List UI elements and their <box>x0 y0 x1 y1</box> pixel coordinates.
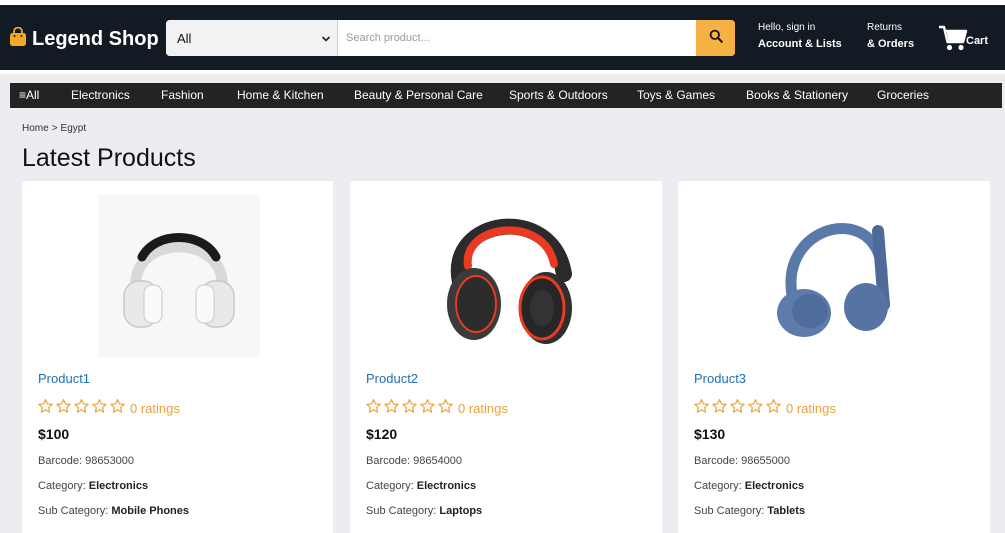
product-image[interactable] <box>98 195 260 357</box>
product-image[interactable] <box>426 195 588 357</box>
logo-text: Legend Shop <box>32 27 159 50</box>
site-header: Legend Shop All Hello, sign in Account &… <box>0 5 1005 70</box>
nav-item-books[interactable]: Books & Stationery <box>746 83 848 108</box>
nav-item-electronics[interactable]: Electronics <box>71 83 130 108</box>
cart-label: Cart <box>966 34 989 47</box>
star-outline-icon <box>747 398 764 419</box>
breadcrumb-home[interactable]: Home <box>22 123 49 134</box>
barcode-label: Barcode: <box>366 455 411 467</box>
product-card[interactable]: Product2 0 ratings $120 Barcode: 9865400… <box>350 181 662 533</box>
cart-icon <box>938 24 968 57</box>
breadcrumb-current: Egypt <box>60 123 87 134</box>
star-outline-icon <box>55 398 72 419</box>
search-category-value: All <box>177 30 192 46</box>
product-rating: 0 ratings <box>693 398 836 419</box>
breadcrumb-separator: > <box>51 123 58 134</box>
product-image[interactable] <box>754 195 916 357</box>
product-name[interactable]: Product1 <box>38 371 90 386</box>
product-barcode: Barcode: 98654000 <box>366 455 462 467</box>
logo[interactable]: Legend Shop <box>9 24 159 54</box>
rating-count[interactable]: 0 ratings <box>130 401 180 416</box>
white-headphones-icon <box>123 233 235 328</box>
red-black-headphones-icon <box>447 218 572 344</box>
search-button[interactable] <box>696 20 735 56</box>
subcategory-value: Tablets <box>767 505 806 517</box>
category-value: Electronics <box>416 480 477 492</box>
returns-orders-link[interactable]: Returns & Orders <box>867 20 914 52</box>
category-label: Category: <box>694 480 742 492</box>
star-outline-icon <box>729 398 746 419</box>
barcode-value: 98654000 <box>413 455 463 467</box>
product-card[interactable]: Product1 0 ratings $100 Barcode: 9865300… <box>22 181 333 533</box>
subcategory-label: Sub Category: <box>366 505 437 517</box>
search-bar: All <box>166 20 735 56</box>
product-price: $100 <box>38 426 70 442</box>
star-outline-icon <box>437 398 454 419</box>
star-outline-icon <box>91 398 108 419</box>
account-link[interactable]: Hello, sign in Account & Lists <box>758 20 842 52</box>
product-price: $120 <box>366 426 398 442</box>
nav-item-groceries[interactable]: Groceries <box>877 83 929 108</box>
product-subcategory: Sub Category: Mobile Phones <box>38 505 189 517</box>
category-value: Electronics <box>88 480 149 492</box>
account-lists-label: Account & Lists <box>758 38 842 50</box>
barcode-value: 98655000 <box>741 455 791 467</box>
product-name[interactable]: Product3 <box>694 371 746 386</box>
product-category: Category: Electronics <box>366 480 476 492</box>
star-outline-icon <box>401 398 418 419</box>
nav-item-fashion[interactable]: Fashion <box>161 83 204 108</box>
search-icon <box>709 29 723 48</box>
star-outline-icon <box>383 398 400 419</box>
rating-count[interactable]: 0 ratings <box>458 401 508 416</box>
star-outline-icon <box>37 398 54 419</box>
barcode-label: Barcode: <box>694 455 739 467</box>
product-category: Category: Electronics <box>38 480 148 492</box>
nav-item-home-kitchen[interactable]: Home & Kitchen <box>237 83 324 108</box>
product-subcategory: Sub Category: Tablets <box>694 505 805 517</box>
account-greeting: Hello, sign in <box>758 22 816 33</box>
category-label: Category: <box>38 480 86 492</box>
category-nav: ≡All Electronics Fashion Home & Kitchen … <box>10 83 1002 108</box>
star-outline-icon <box>711 398 728 419</box>
product-rating: 0 ratings <box>365 398 508 419</box>
product-barcode: Barcode: 98653000 <box>38 455 134 467</box>
rating-count[interactable]: 0 ratings <box>786 401 836 416</box>
subcategory-value: Laptops <box>439 505 483 517</box>
product-subcategory: Sub Category: Laptops <box>366 505 482 517</box>
product-price: $130 <box>694 426 726 442</box>
star-outline-icon <box>693 398 710 419</box>
star-outline-icon <box>365 398 382 419</box>
product-name[interactable]: Product2 <box>366 371 418 386</box>
barcode-value: 98653000 <box>85 455 135 467</box>
subcategory-label: Sub Category: <box>38 505 109 517</box>
chevron-down-icon <box>321 31 331 46</box>
subcategory-value: Mobile Phones <box>111 505 190 517</box>
product-barcode: Barcode: 98655000 <box>694 455 790 467</box>
category-value: Electronics <box>744 480 805 492</box>
subcategory-label: Sub Category: <box>694 505 765 517</box>
nav-item-all[interactable]: ≡All <box>19 83 39 108</box>
search-category-select[interactable]: All <box>166 20 338 56</box>
product-category: Category: Electronics <box>694 480 804 492</box>
search-input[interactable] <box>338 20 696 56</box>
star-outline-icon <box>73 398 90 419</box>
cart-button[interactable]: Cart <box>938 24 988 57</box>
product-rating: 0 ratings <box>37 398 180 419</box>
orders-label: & Orders <box>867 38 915 50</box>
shopping-bag-icon <box>9 26 27 52</box>
breadcrumb: Home > Egypt <box>22 123 86 134</box>
barcode-label: Barcode: <box>38 455 83 467</box>
nav-item-beauty[interactable]: Beauty & Personal Care <box>354 83 483 108</box>
category-label: Category: <box>366 480 414 492</box>
product-card[interactable]: Product3 0 ratings $130 Barcode: 9865500… <box>678 181 990 533</box>
star-outline-icon <box>109 398 126 419</box>
blue-headphones-icon <box>777 223 890 337</box>
nav-item-toys[interactable]: Toys & Games <box>637 83 715 108</box>
star-outline-icon <box>765 398 782 419</box>
nav-item-sports[interactable]: Sports & Outdoors <box>509 83 608 108</box>
star-outline-icon <box>419 398 436 419</box>
page-title: Latest Products <box>22 144 196 172</box>
returns-label: Returns <box>867 22 903 33</box>
